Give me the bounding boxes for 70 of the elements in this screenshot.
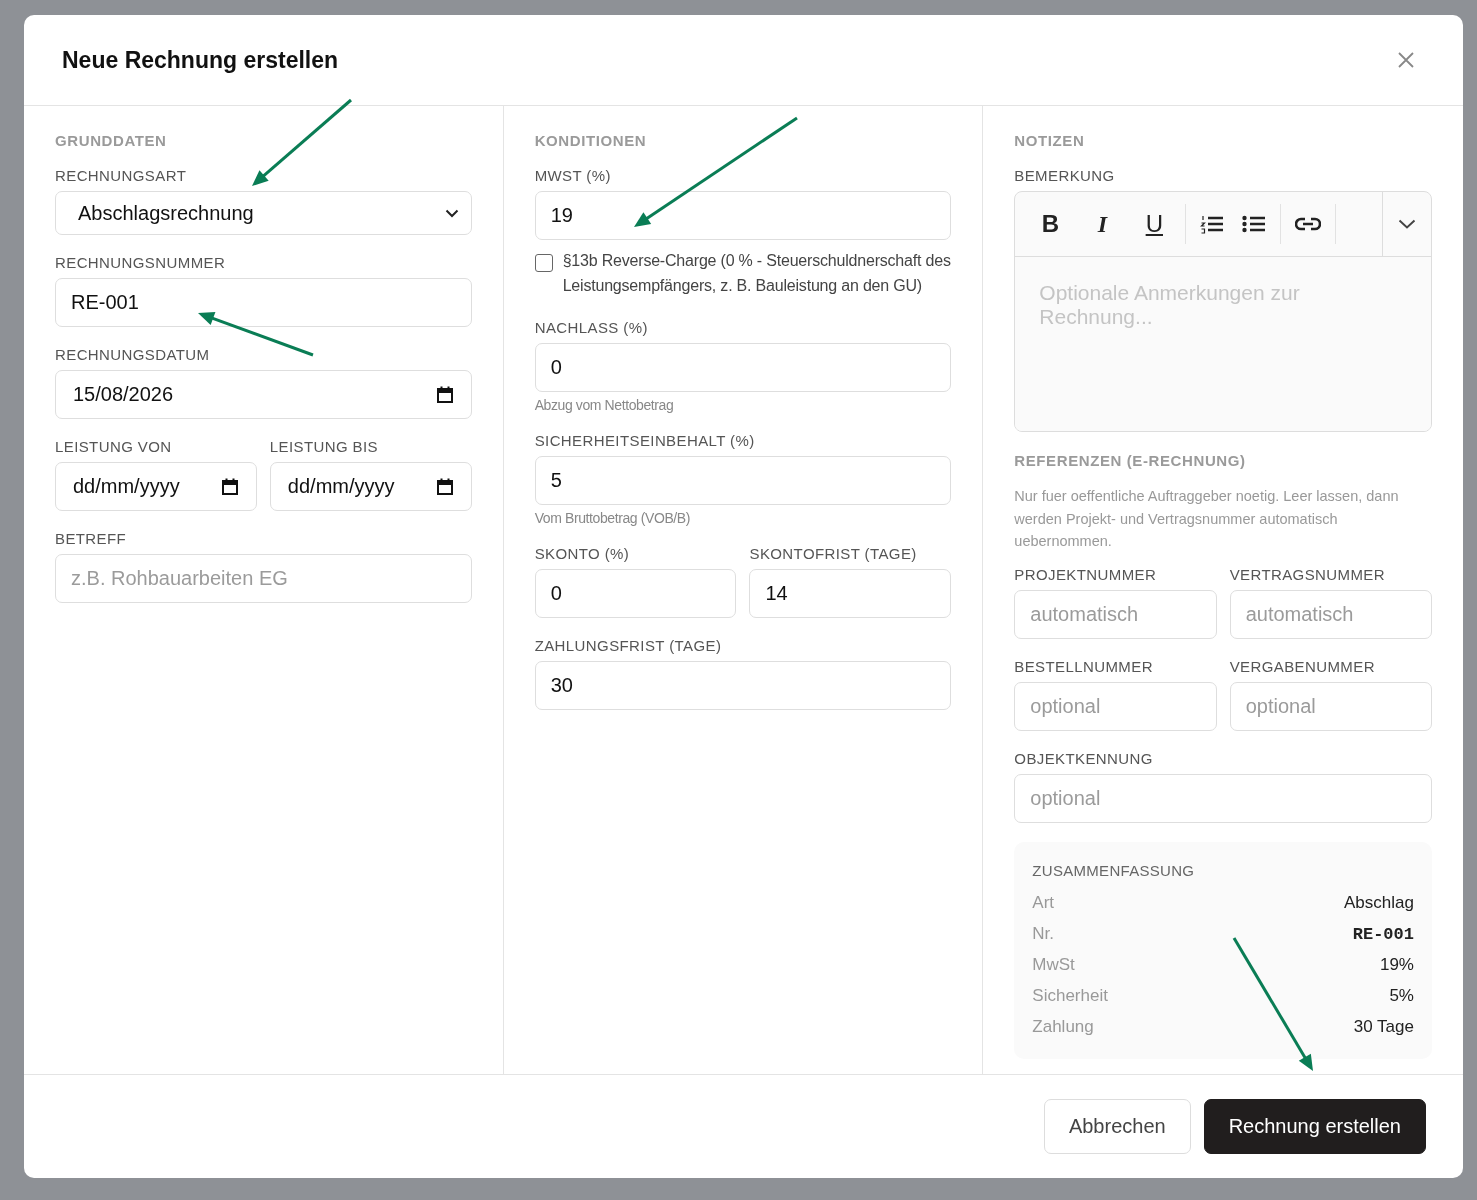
summary-value: 30 Tage — [1353, 1017, 1414, 1037]
field-label: RECHNUNGSART — [55, 167, 188, 185]
input-field[interactable]: z.B. Rohbauarbeiten EG — [55, 554, 472, 603]
numbered-list-icon[interactable] — [1200, 214, 1225, 234]
summary-value: 5% — [1389, 986, 1414, 1006]
summary-label: MwSt — [1032, 955, 1075, 975]
field-label: ZAHLUNGSFRIST (TAGE) — [534, 637, 723, 655]
summary-value: Abschlag — [1344, 893, 1414, 913]
field-label: VERTRAGSNUMMER — [1229, 565, 1386, 584]
checkbox[interactable] — [534, 254, 553, 272]
summary-title: ZUSAMMENFASSUNG — [1032, 861, 1196, 879]
input-field[interactable]: optional — [1014, 773, 1432, 823]
field-label: PROJEKTNUMMER — [1014, 565, 1158, 584]
summary-value: RE-001 — [1352, 924, 1414, 944]
field-label: VERGABENUMMER — [1229, 657, 1376, 676]
create-button[interactable]: Rechnung erstellen — [1203, 1099, 1426, 1154]
field-label: BETREFF — [55, 530, 128, 548]
field-label: LEISTUNG VON — [55, 438, 173, 456]
field-label: NACHLASS (%) — [534, 319, 649, 337]
input-field[interactable]: automatisch — [1229, 589, 1432, 639]
chevron-down-icon — [444, 208, 459, 218]
input-field[interactable]: 19 — [534, 191, 952, 240]
input-field[interactable]: 0 — [534, 343, 952, 392]
field-label: BEMERKUNG — [1014, 167, 1116, 185]
date-field[interactable]: dd/mm/yyyy — [55, 462, 257, 511]
field-label: MWST (%) — [534, 167, 612, 185]
info-text: Nur fuer oeffentliche Auftraggeber noetig. Leer lassen, dann werden Projekt- und Vertragsnummer automatisch uebernommen. — [1014, 487, 1400, 551]
calendar-icon[interactable] — [436, 478, 453, 495]
field-hint: Vom Bruttobetrag (VOB/B) — [534, 510, 691, 526]
cancel-button[interactable]: Abbrechen — [1043, 1099, 1191, 1154]
field-label: RECHNUNGSNUMMER — [55, 254, 227, 272]
dialog-title: Neue Rechnung erstellen — [62, 46, 339, 74]
field-label: LEISTUNG BIS — [269, 438, 379, 456]
input-field[interactable]: 14 — [749, 569, 952, 618]
input-field[interactable]: RE-001 — [55, 278, 472, 327]
checkbox-label: §13b Reverse-Charge (0 % - Steuerschuldnerschaft des Leistungsempfängers, z. B. Bauleistung an den GU) — [562, 251, 952, 296]
field-hint: Abzug vom Nettobetrag — [534, 397, 675, 413]
format-button[interactable]: B — [1033, 210, 1068, 238]
section-heading: KONDITIONEN — [534, 132, 648, 150]
date-field[interactable]: dd/mm/yyyy — [269, 462, 472, 511]
summary-label: Art — [1032, 893, 1055, 913]
format-button[interactable]: U — [1137, 210, 1172, 238]
calendar-icon[interactable] — [436, 386, 453, 403]
section-heading: GRUNDDATEN — [55, 132, 168, 150]
summary-label: Sicherheit — [1032, 986, 1108, 1006]
calendar-icon[interactable] — [221, 478, 238, 495]
field-label: RECHNUNGSDATUM — [55, 346, 211, 364]
field-label: SICHERHEITSEINBEHALT (%) — [534, 432, 756, 450]
close-icon[interactable] — [1397, 51, 1415, 69]
chevron-down-icon[interactable] — [1397, 219, 1416, 229]
input-field[interactable]: optional — [1014, 681, 1217, 731]
input-field[interactable]: optional — [1229, 681, 1432, 731]
summary-label: Nr. — [1032, 924, 1055, 944]
input-field[interactable]: 30 — [534, 661, 952, 710]
summary-label: Zahlung — [1032, 1017, 1094, 1037]
select-field[interactable]: Abschlagsrechnung — [55, 191, 472, 235]
field-label: SKONTOFRIST (TAGE) — [749, 545, 918, 563]
section-heading: NOTIZEN — [1014, 132, 1086, 150]
field-label: SKONTO (%) — [534, 545, 631, 563]
field-label: OBJEKTKENNUNG — [1014, 749, 1154, 768]
date-field[interactable]: 15/08/2026 — [55, 370, 472, 419]
format-button[interactable]: I — [1085, 210, 1120, 238]
input-field[interactable]: automatisch — [1014, 589, 1217, 639]
link-icon[interactable] — [1295, 217, 1322, 231]
field-label: BESTELLNUMMER — [1014, 657, 1154, 676]
input-field[interactable]: 5 — [534, 456, 952, 505]
summary-value: 19% — [1379, 955, 1414, 975]
bulleted-list-icon[interactable] — [1242, 214, 1267, 234]
input-field[interactable]: 0 — [534, 569, 737, 618]
section-heading: REFERENZEN (E-RECHNUNG) — [1014, 452, 1247, 470]
